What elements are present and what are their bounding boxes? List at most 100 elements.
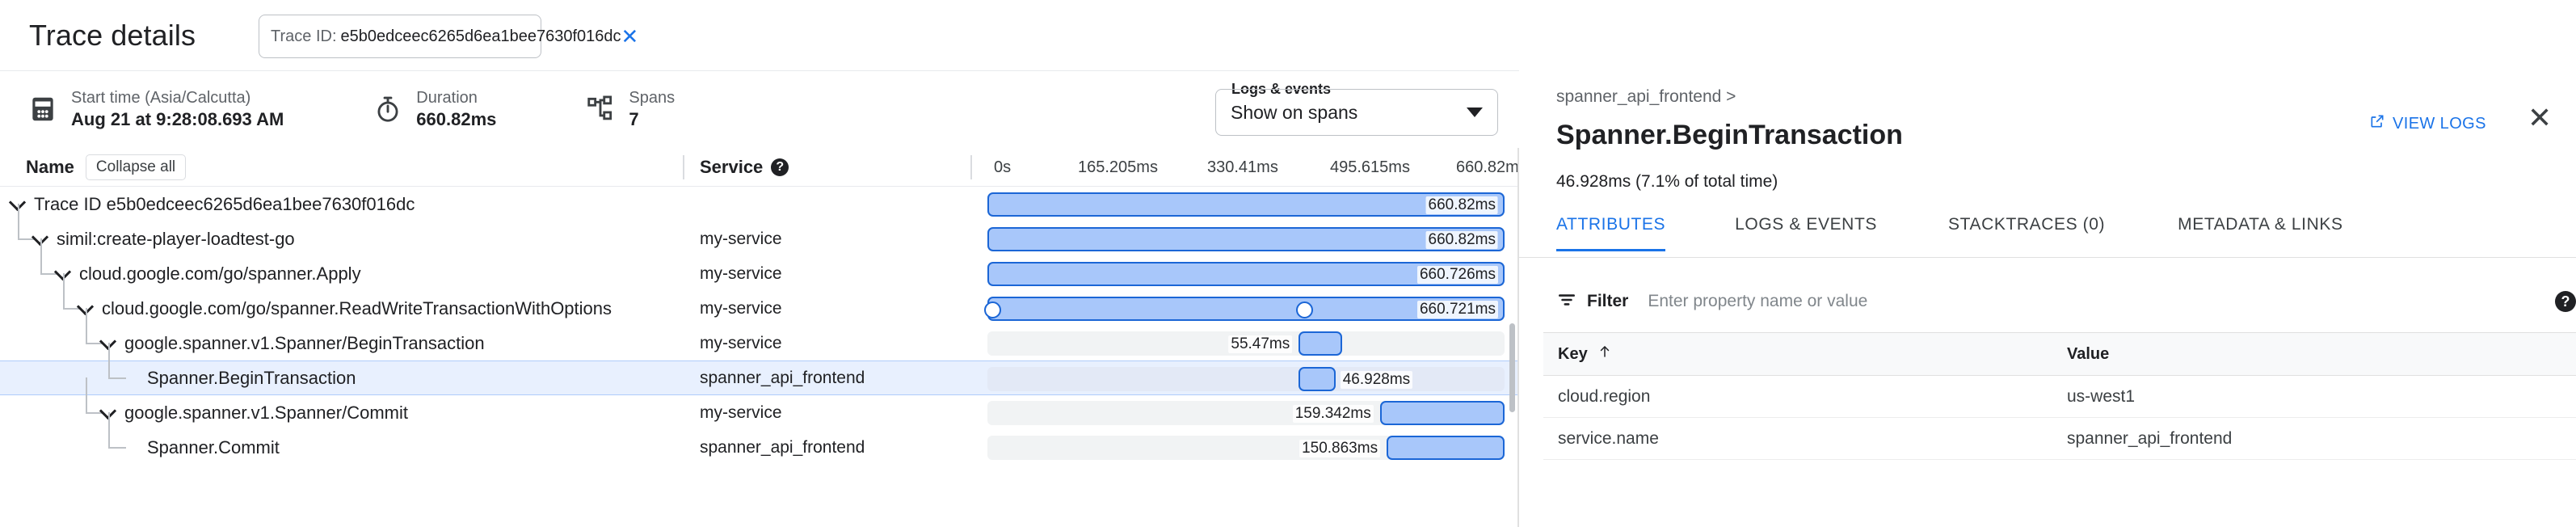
span-timeline-track: 55.47ms (987, 331, 1505, 356)
stopwatch-icon (373, 94, 403, 124)
tab-stacktraces-0[interactable]: STACKTRACES (0) (1948, 209, 2105, 249)
trace-id-label: Trace ID: (271, 27, 337, 46)
span-event-marker[interactable] (984, 301, 1001, 318)
attributes-column-key-label: Key (1558, 345, 1588, 364)
span-timeline-track: 660.726ms (987, 262, 1505, 286)
panel-divider (1518, 148, 1519, 527)
table-row[interactable]: Spanner.Commitspanner_api_frontend150.86… (0, 430, 1517, 465)
span-name-label: Trace ID e5b0edceec6265d6ea1bee7630f016d… (34, 194, 415, 215)
span-duration-bar[interactable] (1299, 367, 1335, 391)
span-name-cell: cloud.google.com/go/spanner.ReadWriteTra… (0, 291, 700, 326)
span-service-label: my-service (700, 299, 782, 318)
span-duration-bar[interactable] (1387, 436, 1505, 460)
span-name-label: cloud.google.com/go/spanner.Apply (79, 264, 361, 285)
span-duration-label: 660.726ms (1417, 266, 1498, 284)
attributes-column-value: Value (2067, 345, 2109, 364)
span-name-cell: Spanner.BeginTransaction (0, 360, 700, 395)
trace-waterfall-panel: Name Collapse all Service ? 0s 165.205ms… (0, 148, 1518, 527)
attribute-key: cloud.region (1543, 387, 2067, 407)
timeline-tick-4: 660.82ms (1456, 158, 1518, 177)
timeline-track-background (987, 367, 1505, 391)
trace-id-field[interactable]: Trace ID: e5b0edceec6265d6ea1bee7630f016… (259, 15, 541, 58)
span-timeline-track: 46.928ms (987, 367, 1505, 391)
table-row[interactable]: cloud.google.com/go/spanner.Applymy-serv… (0, 256, 1517, 291)
timeline-tick-3: 495.615ms (1330, 158, 1410, 177)
span-name-cell: google.spanner.v1.Spanner/Commit (0, 395, 700, 430)
view-logs-label: VIEW LOGS (2393, 115, 2486, 133)
span-name-label: Spanner.Commit (147, 437, 280, 458)
logs-events-dropdown[interactable]: Show on spans (1215, 89, 1498, 136)
table-row[interactable]: Trace ID e5b0edceec6265d6ea1bee7630f016d… (0, 187, 1517, 221)
tab-logs-events[interactable]: LOGS & EVENTS (1735, 209, 1877, 249)
breadcrumb: spanner_api_frontend > (1556, 87, 1736, 107)
tab-attributes[interactable]: ATTRIBUTES (1556, 209, 1665, 251)
span-service-label: spanner_api_frontend (700, 369, 865, 388)
span-duration-bar[interactable] (1299, 331, 1342, 356)
help-icon[interactable]: ? (771, 158, 789, 176)
span-event-marker[interactable] (1296, 301, 1313, 318)
view-logs-button[interactable]: VIEW LOGS (2369, 113, 2486, 134)
span-duration-label: 660.82ms (1426, 196, 1498, 214)
span-timeline-track: 660.82ms (987, 227, 1505, 251)
filter-help-icon[interactable]: ? (2555, 291, 2576, 312)
attribute-key: service.name (1543, 429, 2067, 449)
span-name-label: google.spanner.v1.Spanner/Commit (124, 403, 408, 424)
trace-id-value: e5b0edceec6265d6ea1bee7630f016dc (341, 27, 621, 46)
duration-label: Duration (416, 88, 496, 108)
tree-connector-vertical (18, 204, 19, 239)
tree-connector-vertical (40, 238, 42, 274)
filter-input[interactable] (1646, 291, 2147, 312)
attributes-row-list: cloud.regionus-west1service.namespanner_… (1543, 376, 2576, 460)
attribute-value: spanner_api_frontend (2067, 429, 2232, 449)
column-divider-2 (970, 155, 972, 179)
span-duration-bar[interactable] (1380, 401, 1505, 425)
column-divider-1 (683, 155, 684, 179)
chevron-down-icon (1467, 108, 1483, 117)
span-name-cell: Spanner.Commit (0, 430, 700, 465)
tree-connector-horizontal (108, 447, 126, 449)
tree-connector-vertical (108, 343, 110, 378)
external-link-icon (2369, 113, 2385, 134)
span-name-cell: Trace ID e5b0edceec6265d6ea1bee7630f016d… (0, 187, 700, 221)
filter-icon (1556, 289, 1577, 314)
span-duration-summary: 46.928ms (7.1% of total time) (1556, 172, 1778, 192)
waterfall-table-header: Name Collapse all Service ? 0s 165.205ms… (0, 148, 1517, 187)
trace-panel-scrollbar[interactable] (1509, 323, 1515, 412)
span-duration-label: 46.928ms (1341, 371, 1412, 389)
span-name-label: google.spanner.v1.Spanner/BeginTransacti… (124, 333, 485, 354)
tree-connector-vertical (86, 308, 87, 344)
hierarchy-icon (585, 94, 616, 124)
span-duration-label: 660.82ms (1426, 231, 1498, 249)
column-header-service: Service ? (700, 157, 789, 178)
span-name-label: Spanner.BeginTransaction (147, 368, 356, 389)
attribute-row: service.namespanner_api_frontend (1543, 418, 2576, 460)
span-duration-label: 660.721ms (1417, 301, 1498, 318)
start-time-value: Aug 21 at 9:28:08.693 AM (71, 108, 284, 132)
collapse-all-button[interactable]: Collapse all (86, 154, 186, 180)
table-row[interactable]: cloud.google.com/go/spanner.ReadWriteTra… (0, 291, 1517, 326)
timeline-tick-0: 0s (994, 158, 1011, 177)
span-duration-label: 55.47ms (1228, 335, 1292, 353)
table-row[interactable]: google.spanner.v1.Spanner/Commitmy-servi… (0, 395, 1517, 430)
start-time-label: Start time (Asia/Calcutta) (71, 88, 284, 108)
calendar-icon (27, 94, 58, 124)
table-row[interactable]: Spanner.BeginTransaction spanner_api_fron… (0, 360, 1517, 395)
attributes-column-key[interactable]: Key (1543, 344, 2067, 365)
tree-connector-horizontal (108, 377, 126, 379)
spans-value: 7 (629, 108, 675, 132)
tree-connector-vertical (63, 273, 65, 309)
clear-trace-id-icon[interactable]: ✕ (621, 26, 639, 47)
duration-value: 660.82ms (416, 108, 496, 132)
close-panel-icon[interactable]: ✕ (2528, 103, 2552, 133)
span-name-label: cloud.google.com/go/spanner.ReadWriteTra… (102, 298, 612, 319)
trace-details-page: Trace details Trace ID: e5b0edceec6265d6… (0, 0, 2576, 527)
column-header-name: Name (26, 157, 74, 178)
attribute-row: cloud.regionus-west1 (1543, 376, 2576, 418)
start-time-info: Start time (Asia/Calcutta) Aug 21 at 9:2… (27, 88, 284, 132)
table-row[interactable]: google.spanner.v1.Spanner/BeginTransacti… (0, 326, 1517, 360)
span-name-cell: cloud.google.com/go/spanner.Apply (0, 256, 700, 291)
tab-metadata-links[interactable]: METADATA & LINKS (2178, 209, 2342, 249)
arrow-up-icon (1597, 344, 1612, 365)
tabs-underline (1519, 257, 2576, 258)
table-row[interactable]: simil:create-player-loadtest-gomy-servic… (0, 221, 1517, 256)
